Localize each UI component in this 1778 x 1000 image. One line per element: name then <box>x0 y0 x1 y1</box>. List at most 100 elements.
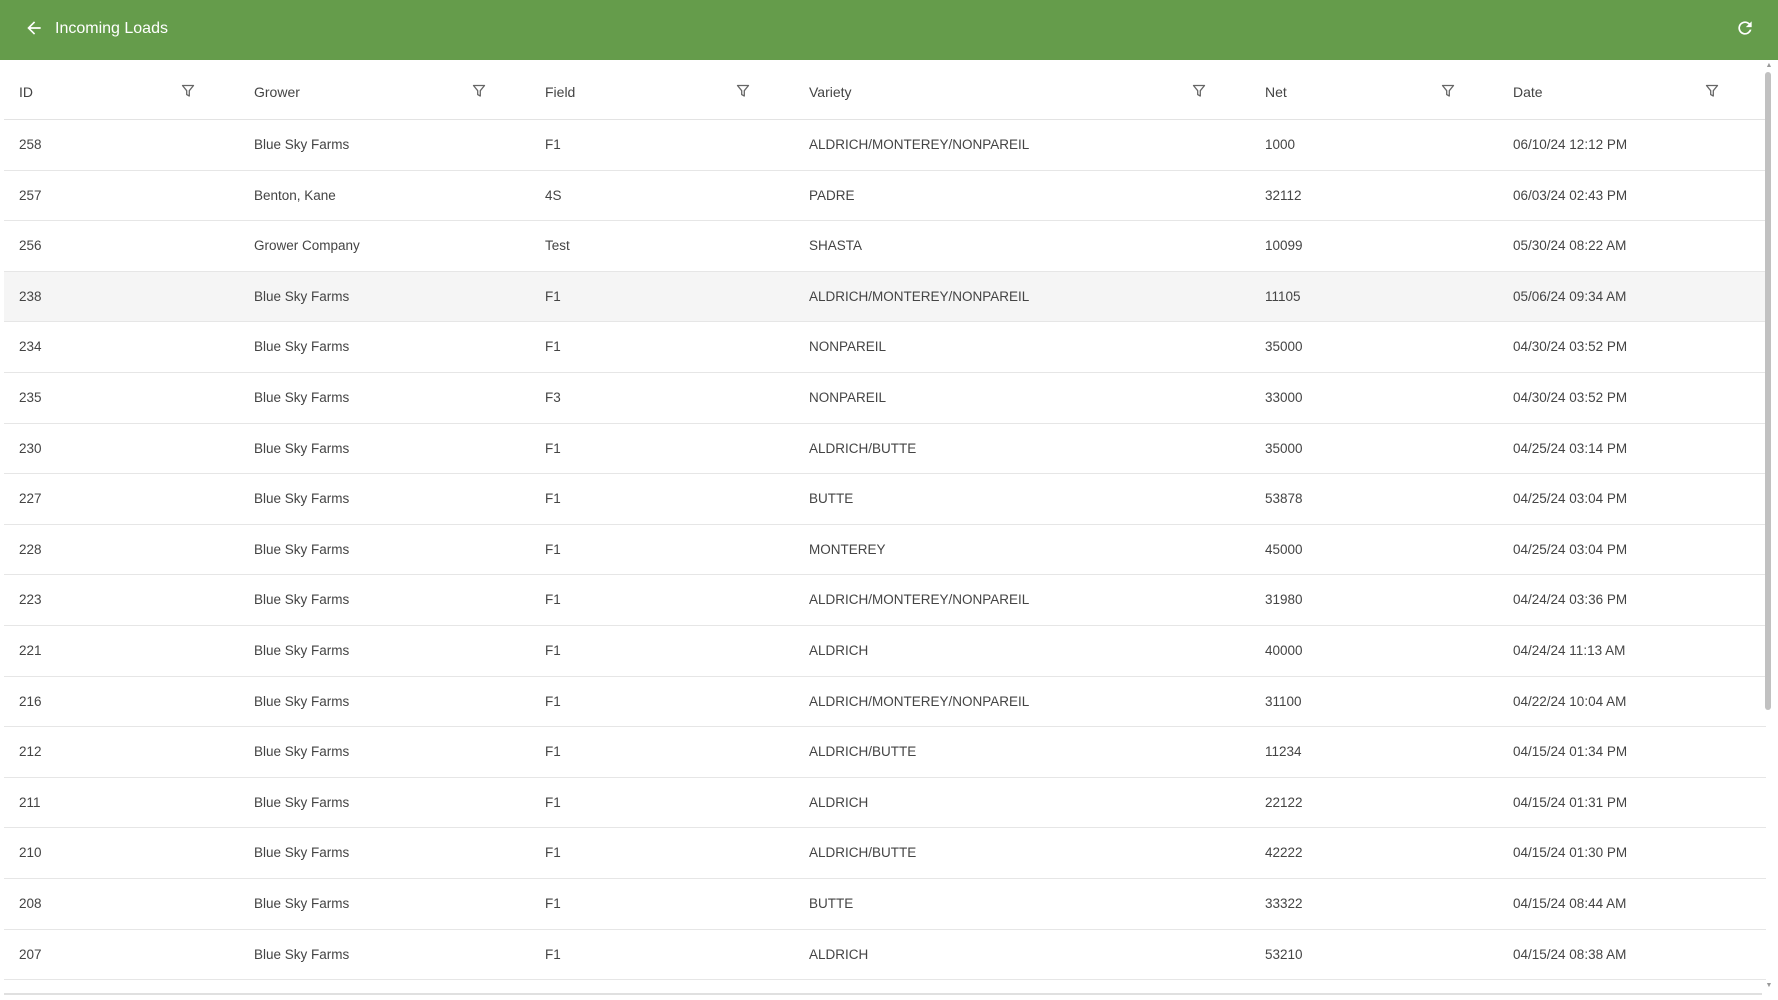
column-label-field: Field <box>545 84 576 100</box>
cell-date: 04/24/24 03:36 PM <box>1513 592 1628 608</box>
cell-date: 06/10/24 12:12 PM <box>1513 137 1628 152</box>
cell-date: 05/06/24 09:34 AM <box>1513 288 1627 304</box>
scroll-down-arrow[interactable]: ▼ <box>1763 982 1775 992</box>
cell-id: 257 <box>19 187 42 203</box>
cell-field: F1 <box>545 440 561 456</box>
cell-net: 40000 <box>1265 642 1303 658</box>
back-button[interactable] <box>20 16 48 44</box>
table-row[interactable]: 223 Blue Sky Farms F1 ALDRICH/MONTEREY/NONP… <box>4 575 1766 626</box>
cell-field: F1 <box>545 339 561 355</box>
table-bottom-border <box>4 993 1762 995</box>
cell-id: 216 <box>19 693 42 709</box>
cell-variety: ALDRICH <box>809 642 869 658</box>
cell-grower: Blue Sky Farms <box>254 389 350 405</box>
filter-icon[interactable] <box>470 82 488 100</box>
cell-id: 208 <box>19 895 42 911</box>
cell-id: 212 <box>19 744 42 760</box>
column-label-net: Net <box>1265 84 1287 100</box>
cell-id: 235 <box>19 389 42 405</box>
table-row[interactable]: 207 Blue Sky Farms F1 ALDRICH 53210 04/15/24 … <box>4 930 1766 981</box>
filter-icon[interactable] <box>179 82 197 100</box>
app-bar: Incoming Loads <box>0 0 1778 60</box>
cell-field: F1 <box>545 541 561 557</box>
cell-field: F1 <box>545 744 561 760</box>
cell-field: F1 <box>545 794 561 810</box>
table-row[interactable]: 230 Blue Sky Farms F1 ALDRICH/BUTTE 35000 04/… <box>4 424 1766 475</box>
table-row[interactable]: 212 Blue Sky Farms F1 ALDRICH/BUTTE 11234 04/… <box>4 727 1766 778</box>
column-label-grower: Grower <box>254 84 300 100</box>
column-header-id[interactable]: ID <box>4 60 239 120</box>
cell-net: 11234 <box>1265 744 1302 760</box>
refresh-button[interactable] <box>1730 15 1760 45</box>
column-label-date: Date <box>1513 84 1543 100</box>
cell-grower: Blue Sky Farms <box>254 794 350 810</box>
cell-net: 53210 <box>1265 946 1303 962</box>
page-title: Incoming Loads <box>55 20 168 37</box>
cell-variety: NONPAREIL <box>809 389 887 405</box>
cell-net: 10099 <box>1265 238 1303 254</box>
cell-id: 230 <box>19 440 42 456</box>
table-row[interactable]: 235 Blue Sky Farms F3 NONPAREIL 33000 04/30/2… <box>4 373 1766 424</box>
cell-id: 211 <box>19 794 41 810</box>
table-row[interactable]: 208 Blue Sky Farms F1 BUTTE 33322 04/15/24 08… <box>4 879 1766 930</box>
cell-net: 35000 <box>1265 339 1303 355</box>
filter-icon[interactable] <box>734 82 752 100</box>
table-row[interactable]: 238 Blue Sky Farms F1 ALDRICH/MONTEREY/NONP… <box>4 271 1766 323</box>
table-row[interactable]: 216 Blue Sky Farms F1 ALDRICH/MONTEREY/NONP… <box>4 677 1766 728</box>
cell-net: 11105 <box>1265 288 1301 304</box>
cell-date: 04/25/24 03:04 PM <box>1513 541 1628 557</box>
table-row[interactable]: 256 Grower Company Test SHASTA 10099 05/30/24… <box>4 221 1766 272</box>
cell-net: 33000 <box>1265 389 1303 405</box>
cell-variety: ALDRICH/MONTEREY/NONPAREIL <box>809 288 1030 304</box>
cell-id: 207 <box>19 946 42 962</box>
cell-variety: NONPAREIL <box>809 339 887 355</box>
cell-field: F1 <box>545 137 561 152</box>
cell-net: 31980 <box>1265 592 1303 608</box>
cell-grower: Blue Sky Farms <box>254 541 350 557</box>
cell-id: 258 <box>19 137 42 152</box>
table-row[interactable]: 228 Blue Sky Farms F1 MONTEREY 45000 04/25/24… <box>4 525 1766 576</box>
cell-variety: BUTTE <box>809 895 854 911</box>
scrollbar-thumb[interactable] <box>1765 72 1771 710</box>
column-header-field[interactable]: Field <box>529 60 793 120</box>
cell-id: 228 <box>19 541 42 557</box>
table-row[interactable]: 227 Blue Sky Farms F1 BUTTE 53878 04/25/24 03… <box>4 474 1766 525</box>
filter-icon[interactable] <box>1703 82 1721 100</box>
column-label-id: ID <box>19 84 33 100</box>
filter-icon[interactable] <box>1190 82 1208 100</box>
column-header-date[interactable]: Date <box>1498 60 1766 120</box>
arrow-left-icon <box>24 18 44 43</box>
cell-grower: Blue Sky Farms <box>254 137 350 152</box>
cell-grower: Blue Sky Farms <box>254 744 350 760</box>
cell-variety: ALDRICH <box>809 946 869 962</box>
cell-grower: Blue Sky Farms <box>254 693 350 709</box>
column-header-variety[interactable]: Variety <box>793 60 1249 120</box>
table-row[interactable]: 221 Blue Sky Farms F1 ALDRICH 40000 04/24/24 … <box>4 626 1766 677</box>
table-row[interactable]: 211 Blue Sky Farms F1 ALDRICH 22122 04/15/24 … <box>4 778 1766 829</box>
loads-table: ID Grower Field Variety Net Date 258 Blue… <box>4 60 1766 995</box>
cell-variety: MONTEREY <box>809 541 886 557</box>
cell-variety: ALDRICH/BUTTE <box>809 744 917 760</box>
cell-field: F1 <box>545 491 561 507</box>
table-row[interactable]: 257 Benton, Kane 4S PADRE 32112 06/03/24 02:4… <box>4 171 1766 222</box>
cell-grower: Blue Sky Farms <box>254 592 350 608</box>
cell-grower: Blue Sky Farms <box>254 440 350 456</box>
cell-variety: ALDRICH/BUTTE <box>809 845 917 861</box>
column-header-grower[interactable]: Grower <box>239 60 529 120</box>
cell-field: F1 <box>545 845 561 861</box>
cell-net: 32112 <box>1265 187 1302 203</box>
cell-date: 06/03/24 02:43 PM <box>1513 187 1628 203</box>
cell-variety: PADRE <box>809 187 855 203</box>
cell-variety: ALDRICH/MONTEREY/NONPAREIL <box>809 137 1030 152</box>
scroll-up-arrow[interactable]: ▲ <box>1763 62 1775 72</box>
column-header-net[interactable]: Net <box>1249 60 1498 120</box>
cell-id: 256 <box>19 238 42 254</box>
table-row[interactable]: 210 Blue Sky Farms F1 ALDRICH/BUTTE 42222 04/… <box>4 828 1766 879</box>
table-row[interactable]: 258 Blue Sky Farms F1 ALDRICH/MONTEREY/NONP… <box>4 120 1766 171</box>
cell-id: 227 <box>19 491 42 507</box>
filter-icon[interactable] <box>1439 82 1457 100</box>
table-header: ID Grower Field Variety Net Date <box>4 60 1766 120</box>
table-row[interactable]: 234 Blue Sky Farms F1 NONPAREIL 35000 04/30/2… <box>4 322 1766 373</box>
cell-id: 221 <box>19 642 42 658</box>
cell-date: 04/30/24 03:52 PM <box>1513 339 1628 355</box>
